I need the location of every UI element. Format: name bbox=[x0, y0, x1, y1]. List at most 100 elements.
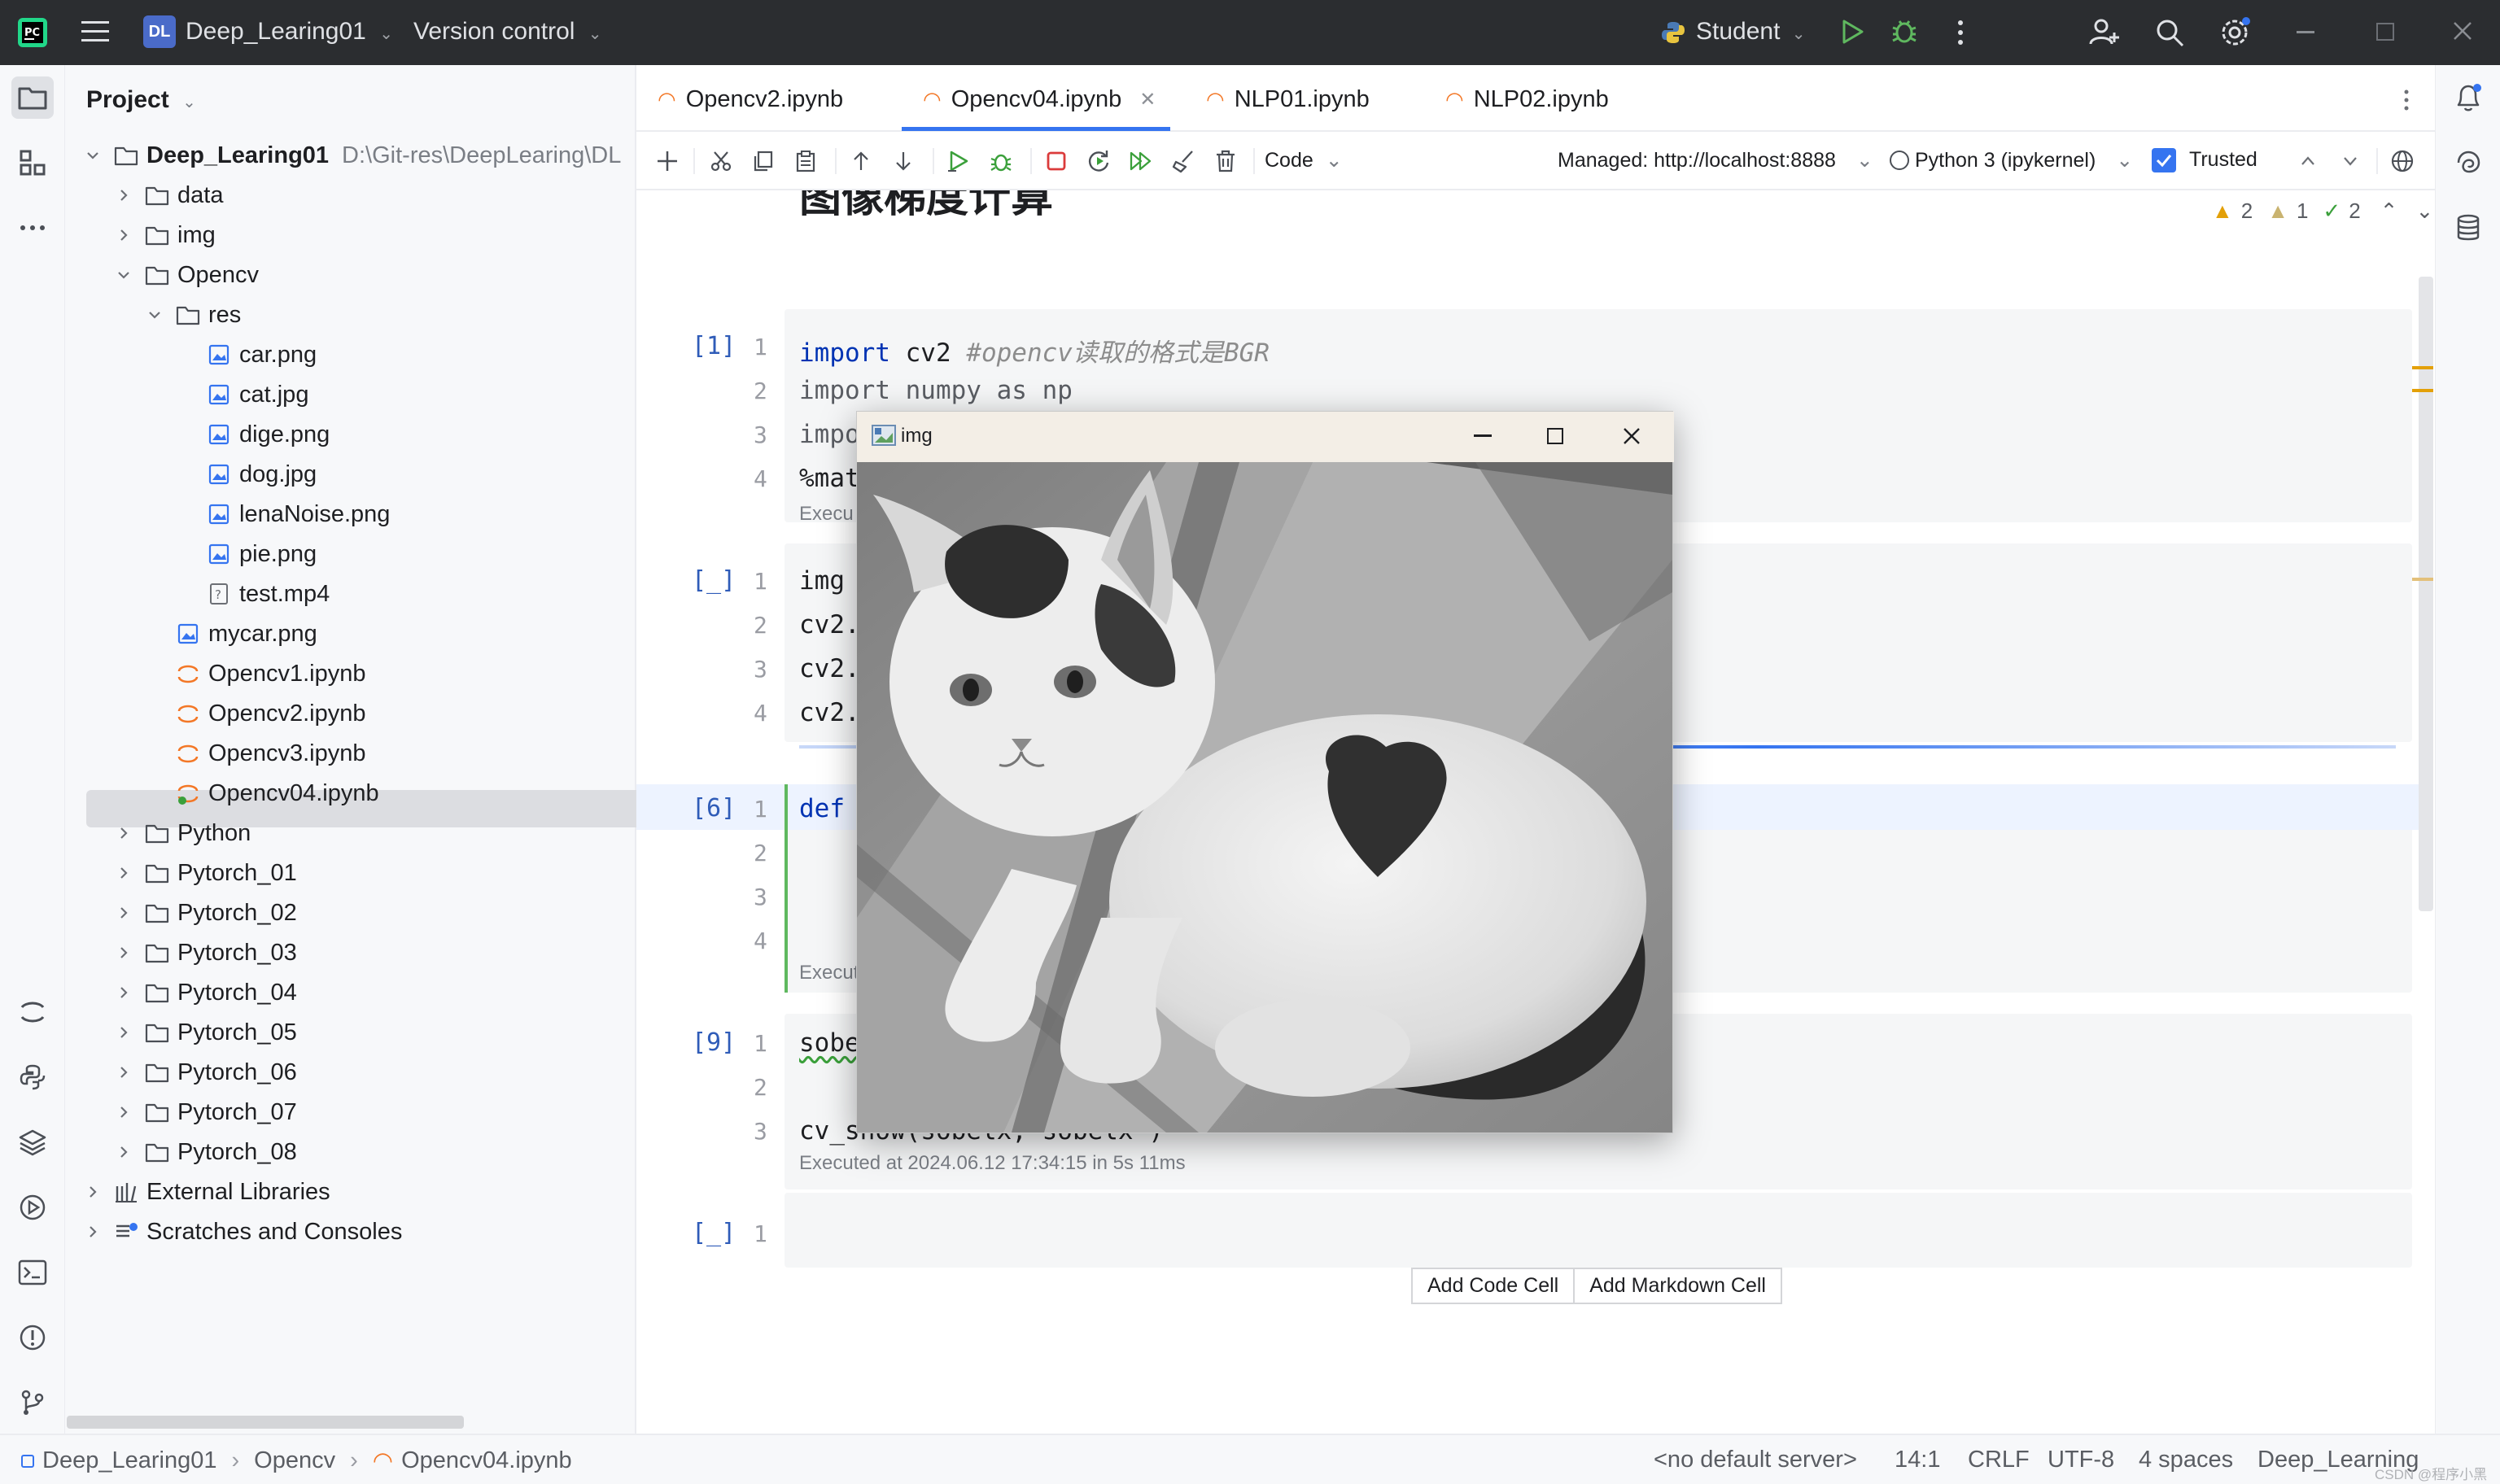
database-icon[interactable] bbox=[2447, 207, 2489, 249]
breadcrumb-item[interactable]: Opencv04.ipynb bbox=[401, 1447, 572, 1474]
version-control-dropdown[interactable]: Version control ⌄ bbox=[413, 18, 602, 46]
more-tools-icon[interactable] bbox=[11, 207, 54, 249]
add-user-icon[interactable] bbox=[2088, 16, 2121, 49]
code-cell[interactable] bbox=[785, 1193, 2412, 1268]
tree-item[interactable]: Pytorch_07 bbox=[114, 1093, 297, 1131]
chevron-right-icon[interactable] bbox=[83, 1222, 103, 1242]
tree-item[interactable]: lenaNoise.png bbox=[176, 495, 390, 533]
tree-item[interactable]: External Libraries bbox=[83, 1173, 330, 1211]
project-name-dropdown[interactable]: Deep_Learing01 ⌄ bbox=[186, 18, 393, 46]
tree-item[interactable]: Pytorch_04 bbox=[114, 974, 297, 1011]
tree-item[interactable]: Pytorch_08 bbox=[114, 1133, 297, 1171]
services-icon[interactable] bbox=[11, 1186, 54, 1229]
project-tool-icon[interactable] bbox=[11, 76, 54, 119]
jupyter-tool-icon[interactable] bbox=[11, 991, 54, 1033]
chevron-right-icon[interactable] bbox=[114, 1063, 133, 1082]
git-branch-icon[interactable] bbox=[11, 1381, 54, 1424]
tree-item[interactable]: dog.jpg bbox=[176, 456, 317, 493]
main-menu-icon[interactable] bbox=[81, 20, 109, 44]
tree-item[interactable]: res bbox=[145, 296, 241, 334]
globe-icon[interactable] bbox=[2388, 146, 2417, 176]
project-panel-title[interactable]: Project ⌄ bbox=[86, 86, 196, 114]
tree-item[interactable]: Pytorch_03 bbox=[114, 934, 297, 971]
caret-position[interactable]: 14:1 bbox=[1895, 1447, 1940, 1473]
maximize-icon[interactable] bbox=[2376, 23, 2394, 41]
stop-kernel-icon[interactable] bbox=[1042, 146, 1071, 176]
line-separator[interactable]: CRLF bbox=[1968, 1447, 2030, 1473]
clear-outputs-icon[interactable] bbox=[1169, 146, 1198, 176]
window-maximize-icon[interactable] bbox=[1547, 428, 1563, 444]
tree-item[interactable]: Pytorch_01 bbox=[114, 854, 297, 892]
tree-item[interactable]: Deep_Learing01 D:\Git-res\DeepLearing\DL bbox=[83, 137, 621, 174]
python-console-icon[interactable] bbox=[11, 1056, 54, 1098]
tree-item[interactable]: Opencv3.ipynb bbox=[145, 735, 365, 772]
search-icon[interactable] bbox=[2153, 16, 2186, 49]
move-down-icon[interactable] bbox=[889, 146, 918, 176]
tree-item[interactable]: Scratches and Consoles bbox=[83, 1213, 402, 1250]
tree-item[interactable]: Pytorch_02 bbox=[114, 894, 297, 932]
structure-tool-icon[interactable] bbox=[11, 142, 54, 184]
chevron-up-icon[interactable]: ⌃ bbox=[2380, 199, 2398, 224]
tree-item[interactable]: Python bbox=[114, 814, 251, 852]
chevron-right-icon[interactable] bbox=[114, 225, 133, 245]
chevron-down-icon[interactable]: ⌄ bbox=[2415, 199, 2433, 224]
window-minimize-icon[interactable] bbox=[1474, 434, 1492, 437]
tree-item[interactable]: Pytorch_05 bbox=[114, 1014, 297, 1051]
tab-options-icon[interactable] bbox=[2401, 88, 2412, 112]
image-viewer-window[interactable]: img bbox=[856, 411, 1674, 1133]
horizontal-scrollbar[interactable] bbox=[67, 1416, 464, 1429]
python-packages-icon[interactable] bbox=[11, 1121, 54, 1163]
run-config-dropdown[interactable]: Student ⌄ bbox=[1696, 18, 1806, 46]
close-window-icon[interactable] bbox=[2451, 20, 2474, 42]
chevron-right-icon[interactable] bbox=[114, 983, 133, 1002]
tree-item[interactable]: Opencv2.ipynb bbox=[145, 695, 365, 732]
chevron-right-icon[interactable] bbox=[114, 1102, 133, 1122]
file-encoding[interactable]: UTF-8 bbox=[2048, 1447, 2114, 1473]
app-logo-icon[interactable]: PC bbox=[16, 16, 49, 49]
cut-icon[interactable] bbox=[706, 146, 736, 176]
chevron-right-icon[interactable] bbox=[114, 1023, 133, 1042]
tab-nlp02[interactable]: ◠ NLP02.ipynb bbox=[1445, 83, 1609, 116]
window-close-icon[interactable] bbox=[1622, 426, 1641, 446]
close-tab-icon[interactable]: ✕ bbox=[1139, 88, 1156, 111]
problems-icon[interactable] bbox=[11, 1316, 54, 1359]
tree-item[interactable]: pie.png bbox=[176, 535, 317, 573]
debug-icon[interactable] bbox=[1890, 16, 1919, 46]
delete-cell-icon[interactable] bbox=[1211, 146, 1240, 176]
chevron-right-icon[interactable] bbox=[114, 823, 133, 843]
ai-assistant-icon[interactable] bbox=[2447, 142, 2489, 184]
add-code-cell-button[interactable]: Add Code Cell bbox=[1413, 1269, 1576, 1303]
trusted-checkbox[interactable] bbox=[2152, 148, 2176, 172]
breadcrumb-item[interactable]: Opencv bbox=[254, 1447, 335, 1474]
chevron-down-icon[interactable] bbox=[2336, 146, 2365, 176]
chevron-right-icon[interactable] bbox=[83, 1182, 103, 1202]
restart-kernel-icon[interactable] bbox=[1084, 146, 1113, 176]
settings-gear-icon[interactable] bbox=[2217, 15, 2253, 50]
run-icon[interactable] bbox=[1838, 18, 1865, 46]
add-markdown-cell-button[interactable]: Add Markdown Cell bbox=[1575, 1269, 1781, 1303]
server-status[interactable]: <no default server> bbox=[1654, 1447, 1857, 1473]
debug-cell-icon[interactable] bbox=[986, 146, 1016, 176]
run-all-icon[interactable] bbox=[1126, 146, 1156, 176]
tree-item[interactable]: cat.jpg bbox=[176, 376, 308, 413]
image-window-titlebar[interactable]: img bbox=[857, 412, 1674, 462]
tab-opencv2[interactable]: ◠ Opencv2.ipynb bbox=[658, 83, 843, 116]
chevron-up-icon[interactable] bbox=[2293, 146, 2323, 176]
more-vertical-icon[interactable] bbox=[1955, 18, 1966, 47]
tab-nlp01[interactable]: ◠ NLP01.ipynb bbox=[1206, 83, 1370, 116]
inspection-widget[interactable]: ▲ 2 ▲ 1 ✓ 2 ⌃ ⌄ bbox=[2212, 199, 2433, 224]
tree-item[interactable]: img bbox=[114, 216, 216, 254]
breadcrumb-item[interactable]: Deep_Learing01 bbox=[42, 1447, 216, 1474]
tree-item[interactable]: Pytorch_06 bbox=[114, 1054, 297, 1091]
chevron-down-icon[interactable] bbox=[114, 265, 133, 285]
tree-item[interactable]: dige.png bbox=[176, 416, 330, 453]
notifications-bell-icon[interactable] bbox=[2447, 76, 2489, 119]
chevron-down-icon[interactable] bbox=[83, 146, 103, 165]
tree-item[interactable]: Opencv bbox=[114, 256, 259, 294]
chevron-down-icon[interactable] bbox=[145, 305, 164, 325]
indent-setting[interactable]: 4 spaces bbox=[2139, 1447, 2233, 1473]
terminal-icon[interactable] bbox=[11, 1251, 54, 1294]
chevron-right-icon[interactable] bbox=[114, 186, 133, 205]
run-cell-icon[interactable] bbox=[944, 146, 973, 176]
chevron-right-icon[interactable] bbox=[114, 863, 133, 883]
